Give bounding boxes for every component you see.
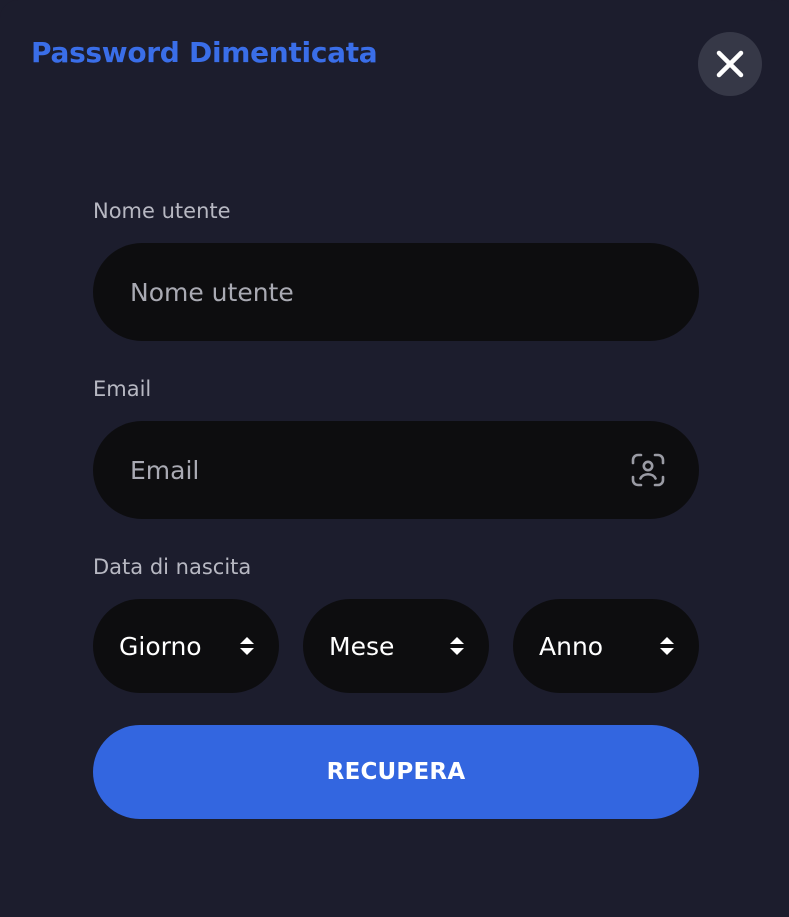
- face-scan-icon[interactable]: [629, 451, 667, 489]
- month-select[interactable]: Mese: [303, 599, 489, 693]
- sort-arrows-icon: [660, 637, 674, 655]
- username-field[interactable]: [93, 243, 699, 341]
- username-label: Nome utente: [93, 199, 231, 223]
- close-icon: [716, 50, 744, 78]
- day-select[interactable]: Giorno: [93, 599, 279, 693]
- year-select-value: Anno: [539, 631, 604, 661]
- day-select-value: Giorno: [119, 631, 202, 661]
- modal-title: Password Dimenticata: [31, 36, 378, 69]
- username-input[interactable]: [130, 277, 667, 307]
- month-select-value: Mese: [329, 631, 395, 661]
- close-button[interactable]: [698, 32, 762, 96]
- email-label: Email: [93, 377, 152, 401]
- forgot-password-modal: Password Dimenticata Nome utente Email: [0, 0, 789, 917]
- email-input[interactable]: [130, 455, 629, 485]
- sort-arrows-icon: [240, 637, 254, 655]
- birthdate-label: Data di nascita: [93, 555, 252, 579]
- recover-button[interactable]: RECUPERA: [93, 725, 699, 819]
- year-select[interactable]: Anno: [513, 599, 699, 693]
- email-field[interactable]: [93, 421, 699, 519]
- sort-arrows-icon: [450, 637, 464, 655]
